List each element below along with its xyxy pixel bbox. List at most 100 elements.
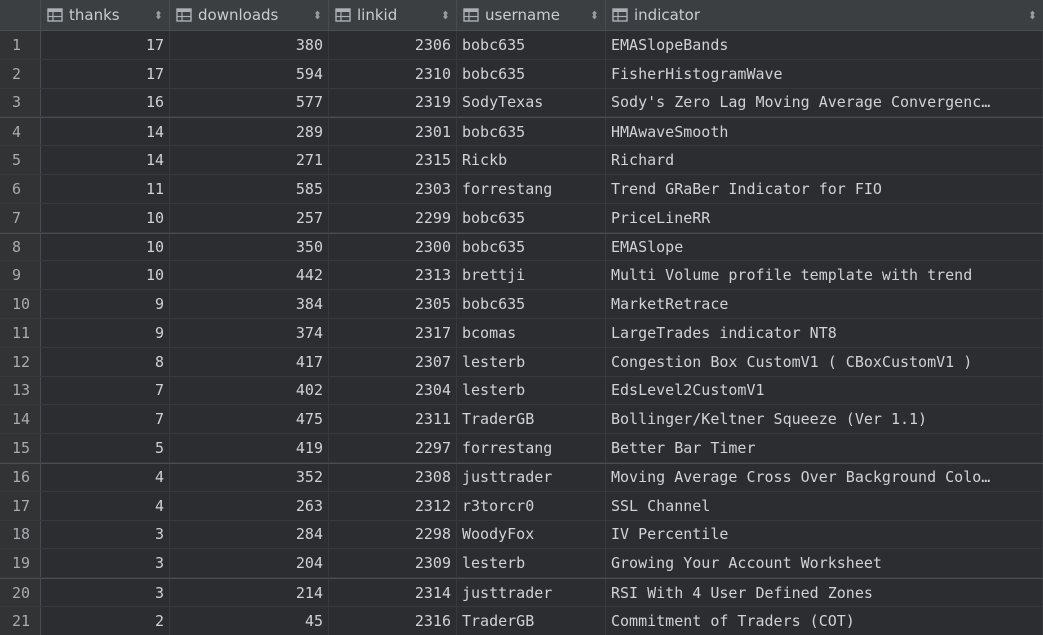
cell-indicator[interactable]: HMAwaveSmooth [606, 118, 1043, 146]
cell-indicator[interactable]: SSL Channel [606, 491, 1043, 520]
corner-cell[interactable] [0, 0, 41, 30]
cell-linkid[interactable]: 2303 [329, 174, 457, 203]
cell-username[interactable]: brettji [457, 261, 606, 290]
table-row[interactable]: 11 9 374 2317 bcomas LargeTrades indicator NT… [0, 318, 1043, 348]
cell-indicator[interactable]: Multi Volume profile template with trend [606, 261, 1043, 290]
cell-downloads[interactable]: 257 [170, 203, 329, 232]
table-row[interactable]: 5 14 271 2315 Rickb Richard [0, 146, 1043, 175]
cell-indicator[interactable]: IV Percentile [606, 520, 1043, 549]
cell-downloads[interactable]: 442 [170, 261, 329, 290]
cell-indicator[interactable]: Congestion Box CustomV1 ( CBoxCustomV1 ) [606, 347, 1043, 376]
cell-indicator[interactable]: PriceLineRR [606, 203, 1043, 232]
sort-icon[interactable]: ⬍ [154, 9, 163, 22]
cell-indicator[interactable]: Sody's Zero Lag Moving Average Convergen… [606, 88, 1043, 117]
column-header-linkid[interactable]: linkid ⬍ [329, 0, 457, 30]
row-number[interactable]: 16 [0, 463, 41, 491]
cell-thanks[interactable]: 11 [41, 174, 170, 203]
cell-linkid[interactable]: 2315 [329, 146, 457, 174]
cell-downloads[interactable]: 204 [170, 549, 329, 578]
row-number[interactable]: 21 [0, 606, 41, 635]
sort-icon[interactable]: ⬍ [1028, 9, 1037, 22]
table-row[interactable]: 21 2 45 2316 TraderGB Commitment of Traders (… [0, 606, 1043, 635]
cell-linkid[interactable]: 2319 [329, 88, 457, 117]
cell-linkid[interactable]: 2312 [329, 491, 457, 520]
cell-indicator[interactable]: Growing Your Account Worksheet [606, 549, 1043, 578]
cell-thanks[interactable]: 10 [41, 261, 170, 290]
cell-thanks[interactable]: 9 [41, 318, 170, 347]
cell-downloads[interactable]: 214 [170, 579, 329, 606]
cell-linkid[interactable]: 2306 [329, 31, 457, 59]
table-row[interactable]: 8 10 350 2300 bobc635 EMASlope [0, 232, 1043, 262]
cell-linkid[interactable]: 2317 [329, 318, 457, 347]
cell-username[interactable]: SodyTexas [457, 88, 606, 117]
cell-username[interactable]: bobc635 [457, 59, 606, 88]
table-row[interactable]: 9 10 442 2313 brettji Multi Volume profile te… [0, 261, 1043, 291]
cell-username[interactable]: forrestang [457, 174, 606, 203]
sort-icon[interactable]: ⬍ [590, 9, 599, 22]
table-row[interactable]: 12 8 417 2307 lesterb Congestion Box CustomV1… [0, 347, 1043, 377]
cell-indicator[interactable]: Better Bar Timer [606, 434, 1043, 462]
cell-thanks[interactable]: 7 [41, 405, 170, 434]
row-number[interactable]: 11 [0, 318, 41, 347]
row-number[interactable]: 10 [0, 290, 41, 318]
cell-indicator[interactable]: EMASlope [606, 233, 1043, 261]
row-number[interactable]: 17 [0, 491, 41, 520]
table-row[interactable]: 2 17 594 2310 bobc635 FisherHistogramWave [0, 59, 1043, 89]
cell-username[interactable]: bobc635 [457, 233, 606, 261]
cell-username[interactable]: forrestang [457, 434, 606, 462]
cell-downloads[interactable]: 384 [170, 290, 329, 318]
cell-downloads[interactable]: 585 [170, 174, 329, 203]
cell-downloads[interactable]: 263 [170, 491, 329, 520]
cell-thanks[interactable]: 8 [41, 347, 170, 376]
cell-downloads[interactable]: 350 [170, 233, 329, 261]
row-number[interactable]: 4 [0, 118, 41, 146]
cell-username[interactable]: TraderGB [457, 405, 606, 434]
table-row[interactable]: 20 3 214 2314 justtrader RSI With 4 User Defi… [0, 578, 1043, 607]
cell-username[interactable]: Rickb [457, 146, 606, 174]
cell-thanks[interactable]: 4 [41, 491, 170, 520]
cell-linkid[interactable]: 2301 [329, 118, 457, 146]
table-row[interactable]: 3 16 577 2319 SodyTexas Sody's Zero Lag Movin… [0, 88, 1043, 118]
cell-thanks[interactable]: 14 [41, 146, 170, 174]
table-row[interactable]: 7 10 257 2299 bobc635 PriceLineRR [0, 203, 1043, 233]
cell-thanks[interactable]: 17 [41, 59, 170, 88]
row-number[interactable]: 7 [0, 203, 41, 232]
sort-icon[interactable]: ⬍ [441, 9, 450, 22]
cell-indicator[interactable]: FisherHistogramWave [606, 59, 1043, 88]
column-header-indicator[interactable]: indicator ⬍ [606, 0, 1043, 30]
cell-thanks[interactable]: 3 [41, 549, 170, 578]
column-header-thanks[interactable]: thanks ⬍ [41, 0, 170, 30]
cell-indicator[interactable]: LargeTrades indicator NT8 [606, 318, 1043, 347]
cell-thanks[interactable]: 2 [41, 606, 170, 635]
row-number[interactable]: 1 [0, 31, 41, 59]
cell-downloads[interactable]: 402 [170, 376, 329, 405]
cell-username[interactable]: bobc635 [457, 203, 606, 232]
table-row[interactable]: 15 5 419 2297 forrestang Better Bar Timer [0, 434, 1043, 463]
cell-downloads[interactable]: 417 [170, 347, 329, 376]
table-row[interactable]: 10 9 384 2305 bobc635 MarketRetrace [0, 290, 1043, 319]
cell-downloads[interactable]: 380 [170, 31, 329, 59]
cell-thanks[interactable]: 4 [41, 463, 170, 491]
row-number[interactable]: 8 [0, 233, 41, 261]
cell-username[interactable]: bobc635 [457, 290, 606, 318]
cell-thanks[interactable]: 14 [41, 118, 170, 146]
cell-username[interactable]: justtrader [457, 463, 606, 491]
cell-indicator[interactable]: RSI With 4 User Defined Zones [606, 579, 1043, 606]
cell-linkid[interactable]: 2314 [329, 579, 457, 606]
cell-downloads[interactable]: 284 [170, 520, 329, 549]
row-number[interactable]: 9 [0, 261, 41, 290]
table-row[interactable]: 6 11 585 2303 forrestang Trend GRaBer Indicat… [0, 174, 1043, 204]
cell-username[interactable]: justtrader [457, 579, 606, 606]
cell-thanks[interactable]: 3 [41, 520, 170, 549]
table-row[interactable]: 1 17 380 2306 bobc635 EMASlopeBands [0, 31, 1043, 60]
table-row[interactable]: 18 3 284 2298 WoodyFox IV Percentile [0, 520, 1043, 550]
cell-linkid[interactable]: 2305 [329, 290, 457, 318]
cell-username[interactable]: TraderGB [457, 606, 606, 635]
cell-thanks[interactable]: 16 [41, 88, 170, 117]
cell-username[interactable]: lesterb [457, 549, 606, 578]
cell-thanks[interactable]: 10 [41, 203, 170, 232]
cell-indicator[interactable]: Commitment of Traders (COT) [606, 606, 1043, 635]
cell-linkid[interactable]: 2297 [329, 434, 457, 462]
cell-linkid[interactable]: 2308 [329, 463, 457, 491]
cell-downloads[interactable]: 45 [170, 606, 329, 635]
